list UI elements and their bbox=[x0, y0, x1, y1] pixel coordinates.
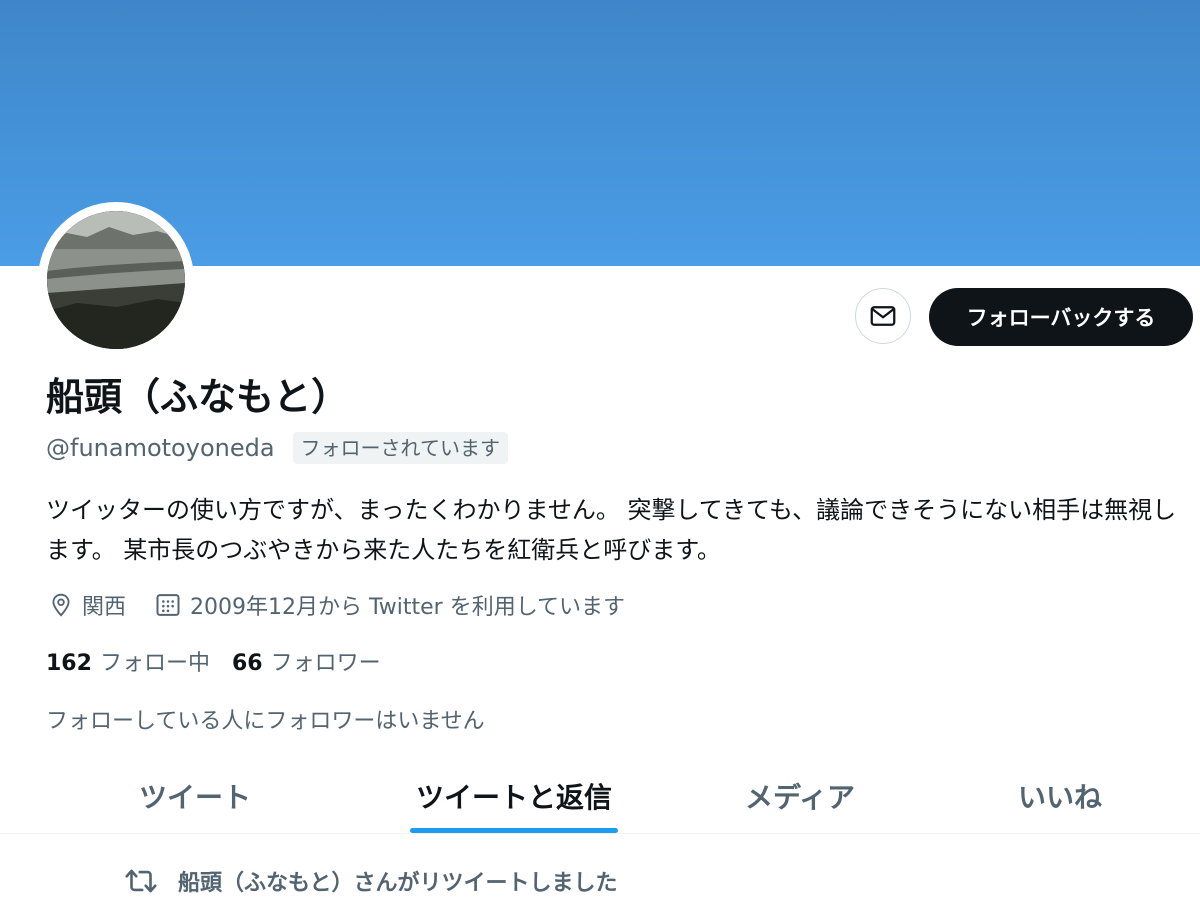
tab-likes[interactable]: いいね bbox=[940, 758, 1180, 834]
following-count: 162 bbox=[46, 651, 92, 676]
mutual-followers-text: フォローしている人にフォロワーはいません bbox=[46, 709, 485, 734]
location-item: 関西 bbox=[48, 589, 126, 621]
location-text: 関西 bbox=[82, 595, 127, 620]
followers-label: フォロワー bbox=[270, 651, 381, 676]
retweet-notice: 船頭（ふなもと）さんがリツイートしました bbox=[122, 862, 618, 900]
envelope-icon bbox=[870, 306, 896, 326]
tab-tweets[interactable]: ツイート bbox=[70, 758, 320, 834]
handle-row: @funamotoyoneda フォローされています bbox=[46, 428, 508, 468]
followers-count: 66 bbox=[231, 651, 263, 676]
following-label: フォロー中 bbox=[99, 651, 210, 676]
profile-page: フォローバックする 船頭（ふなもと） @funamotoyoneda フォローさ… bbox=[0, 0, 1200, 900]
following-link[interactable]: 162 フォロー中 bbox=[46, 645, 210, 677]
retweet-icon bbox=[125, 869, 157, 893]
profile-meta: 関西 2009年12月から Twitter を利用しています bbox=[48, 587, 625, 623]
display-name: 船頭（ふなもと） bbox=[46, 375, 350, 419]
joined-item: 2009年12月から Twitter を利用しています bbox=[154, 589, 625, 621]
follows-you-badge: フォローされています bbox=[292, 432, 508, 464]
profile-bio: ツイッターの使い方ですが、まったくわかりません。 突撃してきても、議論できそうに… bbox=[46, 496, 1177, 564]
calendar-icon bbox=[156, 594, 180, 616]
followers-link[interactable]: 66 フォロワー bbox=[232, 645, 381, 677]
avatar-landscape-image bbox=[47, 211, 185, 349]
profile-tabs: ツイート ツイートと返信 メディア いいね bbox=[0, 758, 1200, 834]
tab-media[interactable]: メディア bbox=[680, 758, 920, 834]
user-handle: @funamotoyoneda bbox=[46, 434, 275, 462]
joined-date-text: 2009年12月から Twitter を利用しています bbox=[190, 595, 626, 620]
active-tab-indicator bbox=[410, 828, 618, 833]
location-pin-icon bbox=[52, 593, 70, 617]
retweet-notice-text[interactable]: 船頭（ふなもと）さんがリツイートしました bbox=[178, 865, 618, 897]
follow-stats: 162 フォロー中 66 フォロワー bbox=[46, 642, 381, 680]
profile-banner[interactable] bbox=[0, 0, 1200, 266]
follow-back-button[interactable]: フォローバックする bbox=[929, 288, 1193, 346]
message-button[interactable] bbox=[855, 288, 911, 344]
tab-tweets-and-replies[interactable]: ツイートと返信 bbox=[385, 758, 643, 834]
avatar[interactable] bbox=[47, 211, 185, 349]
